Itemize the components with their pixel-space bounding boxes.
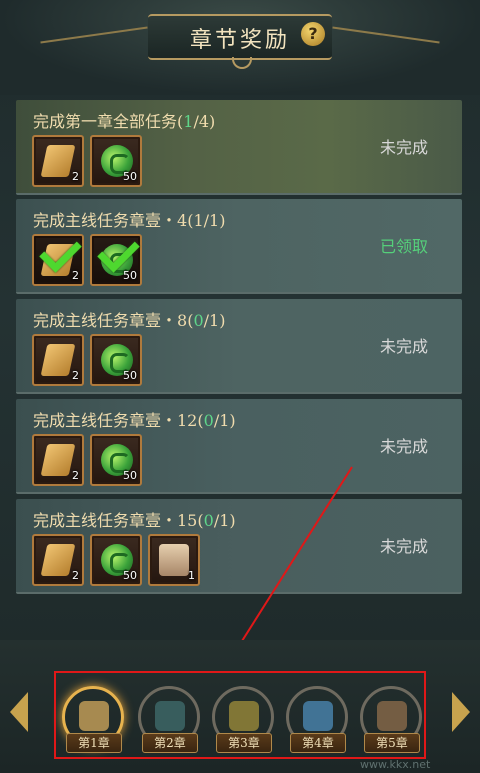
watermark: www.kkx.net (360, 758, 431, 771)
arrow-left-icon[interactable] (10, 692, 28, 732)
arrow-right-icon[interactable] (452, 692, 470, 732)
annotation-highlight-box (54, 671, 426, 759)
